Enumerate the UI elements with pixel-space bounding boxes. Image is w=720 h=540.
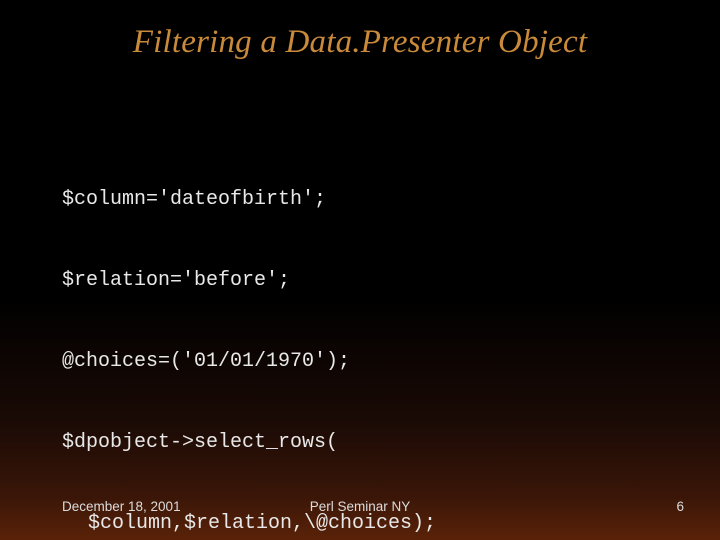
footer-page-number: 6 xyxy=(676,499,684,514)
code-line-5: $column,$relation,\@choices); xyxy=(88,510,436,537)
footer-seminar: Perl Seminar NY xyxy=(0,499,720,514)
code-line-1: $column='dateofbirth'; xyxy=(62,186,436,213)
slide: Filtering a Data.Presenter Object $colum… xyxy=(0,0,720,540)
code-line-2: $relation='before'; xyxy=(62,267,436,294)
code-line-3: @choices=('01/01/1970'); xyxy=(62,348,436,375)
slide-title: Filtering a Data.Presenter Object xyxy=(0,24,720,61)
code-line-4: $dpobject->select_rows( xyxy=(62,429,436,456)
code-block: $column='dateofbirth'; $relation='before… xyxy=(62,132,436,540)
